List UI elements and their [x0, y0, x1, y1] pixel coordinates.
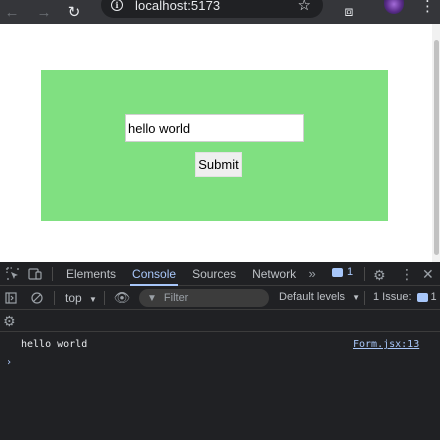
message-count-badge[interactable]: 1: [332, 266, 353, 278]
console-prompt[interactable]: ›: [6, 357, 12, 368]
submit-button[interactable]: Submit: [195, 152, 242, 177]
forward-button[interactable]: →: [32, 0, 56, 24]
browser-menu-icon[interactable]: ⋮: [420, 0, 435, 14]
log-message: hello world: [21, 339, 88, 350]
context-selector[interactable]: top ▼: [65, 291, 97, 305]
message-count: 1: [347, 266, 354, 278]
address-bar[interactable]: i localhost:5173 ☆: [101, 0, 323, 18]
filter-placeholder: Filter: [163, 292, 189, 304]
browser-toolbar: ← → ↻ i localhost:5173 ☆ ⧈ ⋮: [0, 0, 440, 24]
tab-separator: [52, 266, 53, 281]
context-label: top: [65, 290, 82, 305]
filter-input[interactable]: ▼ Filter: [139, 289, 269, 307]
issues-label: 1 Issue:: [373, 291, 412, 303]
back-arrow-icon: ←: [4, 3, 20, 21]
bookmark-star-icon[interactable]: ☆: [298, 0, 311, 14]
form-container: Submit: [41, 70, 388, 221]
back-button[interactable]: ←: [0, 0, 24, 24]
issues-counter[interactable]: 1 Issue: 1: [373, 291, 437, 303]
tab-network[interactable]: Network: [244, 262, 304, 286]
log-levels-dropdown[interactable]: Default levels ▼: [279, 291, 360, 303]
more-tabs-icon[interactable]: »: [304, 266, 320, 281]
profile-avatar-icon[interactable]: [384, 0, 404, 14]
dropdown-arrow-icon: ▼: [352, 293, 361, 302]
url-text: localhost:5173: [135, 0, 221, 13]
extensions-icon[interactable]: ⧈: [340, 2, 358, 20]
tab-separator: [364, 267, 365, 281]
console-settings-gear-icon[interactable]: ⚙: [3, 313, 16, 330]
tab-console[interactable]: Console: [124, 262, 184, 286]
close-devtools-icon[interactable]: ✕: [422, 266, 434, 283]
filter-funnel-icon: ▼: [147, 292, 157, 304]
issues-count: 1: [430, 291, 437, 303]
issue-icon: [416, 292, 428, 302]
toolbar-separator: [54, 290, 55, 305]
reload-icon: ↻: [67, 4, 81, 21]
device-toolbar-icon[interactable]: [23, 267, 47, 280]
devtools-menu-icon[interactable]: ⋮: [400, 266, 414, 283]
levels-label: Default levels: [279, 291, 346, 303]
log-source-link[interactable]: Form.jsx:13: [353, 339, 419, 350]
settings-gear-icon[interactable]: ⚙: [373, 267, 386, 284]
inspect-element-icon[interactable]: [1, 267, 23, 280]
console-settings-row: ⚙: [0, 310, 440, 332]
console-log-entry: hello world Form.jsx:13: [0, 335, 440, 353]
site-info-icon[interactable]: i: [111, 0, 123, 11]
dropdown-arrow-icon: ▼: [89, 294, 97, 304]
page-scrollbar-thumb[interactable]: [434, 40, 439, 255]
devtools-tabbar: Elements Console Sources Network » 1 ⚙ ⋮…: [0, 262, 440, 286]
clear-console-icon[interactable]: [30, 291, 44, 304]
page-viewport: Submit: [0, 24, 432, 262]
forward-arrow-icon: →: [36, 3, 52, 21]
message-icon: [332, 267, 343, 277]
console-toolbar: top ▼ 👁 ▼ Filter Default levels ▼ 1 Issu…: [0, 286, 440, 310]
devtools-panel: Elements Console Sources Network » 1 ⚙ ⋮…: [0, 262, 440, 440]
sidebar-toggle-icon[interactable]: [4, 291, 18, 304]
tab-sources[interactable]: Sources: [184, 262, 244, 286]
toolbar-separator: [364, 291, 365, 305]
toolbar-separator: [103, 290, 105, 305]
tab-elements[interactable]: Elements: [58, 262, 124, 286]
text-input[interactable]: [125, 114, 304, 142]
live-expression-eye-icon[interactable]: 👁: [113, 290, 131, 306]
reload-button[interactable]: ↻: [62, 0, 86, 24]
